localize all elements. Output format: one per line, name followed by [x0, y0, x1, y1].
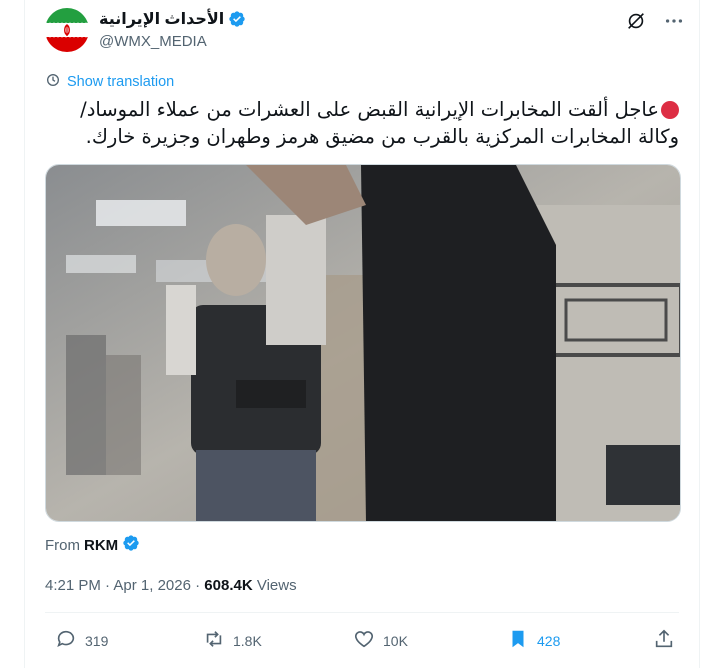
tweet-text: عاجل ألقت المخابرات الإيرانية القبض على …	[45, 96, 679, 150]
avatar[interactable]	[45, 8, 89, 52]
like-count: 10K	[383, 632, 408, 649]
meta-separator: ·	[105, 577, 111, 594]
verified-badge-icon	[122, 534, 140, 556]
grok-icon[interactable]	[625, 10, 647, 32]
bookmark-button[interactable]: 428	[507, 628, 560, 653]
author-display-name: الأحداث الإيرانية	[99, 11, 225, 28]
tweet-meta: 4:21 PM · Apr 1, 2026 · 608.4K Views	[45, 577, 297, 594]
repost-button[interactable]: 1.8K	[203, 628, 262, 653]
share-button[interactable]	[653, 628, 675, 653]
tweet-time[interactable]: 4:21 PM	[45, 577, 101, 594]
meta-separator: ·	[195, 577, 201, 594]
reply-icon	[55, 628, 77, 653]
views-label: Views	[256, 577, 297, 594]
video-player[interactable]	[45, 164, 681, 522]
like-button[interactable]: 10K	[353, 628, 408, 653]
views-count: 608.4K	[204, 577, 253, 594]
bookmark-count: 428	[537, 632, 561, 649]
video-frame	[46, 165, 680, 521]
verified-badge-icon	[228, 10, 246, 28]
source-attribution: From RKM	[45, 534, 140, 556]
divider	[45, 612, 679, 613]
source-prefix: From	[45, 536, 80, 554]
repost-icon	[203, 628, 225, 653]
heart-icon	[353, 628, 375, 653]
translate-icon	[45, 72, 61, 92]
tweet-card: الأحداث الإيرانية @WMX_MEDIA Show transl…	[24, 0, 700, 668]
author-handle[interactable]: @WMX_MEDIA	[99, 33, 207, 50]
reply-count: 319	[85, 632, 109, 649]
red-circle-icon	[661, 101, 679, 119]
action-bar: 319 1.8K 10K 428	[45, 628, 679, 662]
share-icon	[653, 628, 675, 653]
bookmark-icon	[507, 628, 529, 653]
reply-button[interactable]: 319	[55, 628, 108, 653]
author-name-row[interactable]: الأحداث الإيرانية	[99, 9, 246, 29]
show-translation-label: Show translation	[67, 74, 175, 90]
tweet-body: عاجل ألقت المخابرات الإيرانية القبض على …	[80, 98, 679, 148]
repost-count: 1.8K	[233, 632, 262, 649]
tweet-date[interactable]: Apr 1, 2026	[113, 577, 191, 594]
more-icon[interactable]	[663, 10, 685, 32]
show-translation-link[interactable]: Show translation	[45, 72, 174, 92]
source-name-link[interactable]: RKM	[84, 537, 118, 554]
